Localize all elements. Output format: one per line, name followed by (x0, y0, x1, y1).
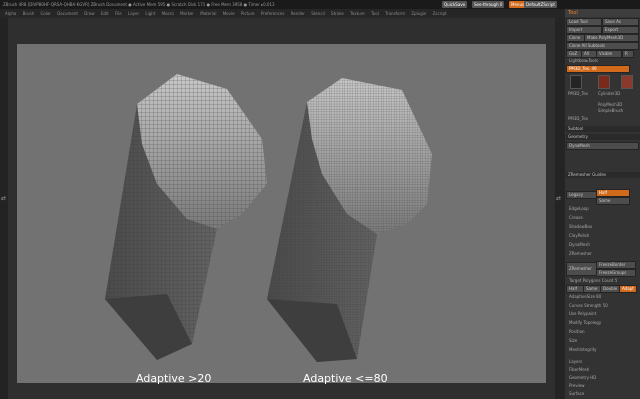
make-polymesh-button[interactable]: Make PolyMesh3D (584, 34, 639, 42)
tool-name-4: SimpleBrush (598, 108, 624, 113)
menu-movie[interactable]: Movie (223, 11, 235, 16)
palette-title[interactable]: Tool (565, 9, 640, 17)
half-option[interactable]: Half (596, 189, 630, 197)
title-text: ZBrush 4R8 [DIVPB0HF-QRSA-QHBA-KGVR] ZBr… (3, 2, 275, 7)
quicksave-button[interactable]: QuickSave (442, 1, 468, 8)
left-shelf (0, 18, 8, 399)
model-left (105, 74, 267, 360)
tool-name-1: PM3D_Tex (568, 91, 589, 96)
curves-strength-slider[interactable]: Curves Strength 50 (569, 303, 608, 308)
geometry-hd-section[interactable]: Geometry HD (569, 375, 596, 380)
zremesher-item[interactable]: ZRemesher (569, 251, 592, 256)
caption-right: Adaptive <=80 (303, 372, 388, 385)
layers-section[interactable]: Layers (569, 359, 582, 364)
right-expand-arrow-icon[interactable]: ⇄ (556, 195, 561, 202)
export-button[interactable]: Export (602, 26, 639, 34)
see-through-slider[interactable]: See-through 0 (472, 1, 505, 8)
menu-picture[interactable]: Picture (241, 11, 255, 16)
geometry-section[interactable]: Geometry (566, 134, 640, 140)
right-shelf (555, 18, 565, 399)
menu-alpha[interactable]: Alpha (5, 11, 16, 16)
menu-light[interactable]: Light (145, 11, 155, 16)
freeze-border-button[interactable]: FreezeBorder (596, 261, 636, 269)
tool-name-2: Cylinder3D (598, 91, 621, 96)
menu-transform[interactable]: Transform (385, 11, 405, 16)
legacy-button[interactable]: Legacy (566, 191, 597, 199)
menu-stencil[interactable]: Stencil (311, 11, 325, 16)
target-polygons-slider[interactable]: Target Polygons Count 5 (569, 278, 617, 283)
save-as-button[interactable]: Save As (602, 18, 639, 26)
menu-file[interactable]: File (115, 11, 122, 16)
adapt-button[interactable]: Adapt (619, 285, 637, 293)
dynamesh-row[interactable]: DynaMesh (566, 142, 639, 150)
menu-preferences[interactable]: Preferences (261, 11, 285, 16)
menu-zplugin[interactable]: Zplugin (411, 11, 426, 16)
document-canvas[interactable] (17, 44, 546, 383)
same-button[interactable]: Same (583, 285, 601, 293)
import-button[interactable]: Import (566, 26, 602, 34)
tool-thumb-2[interactable] (598, 75, 610, 89)
tool-palette: Tool Load Tool Save As Import Export Clo… (565, 9, 640, 399)
freeze-groups-button[interactable]: FreezeGroups (596, 269, 636, 277)
adaptive-size-slider[interactable]: AdaptiveSize 80 (569, 294, 601, 299)
tool-name-5: PM3D_Tex (568, 116, 589, 121)
modify-topology-item[interactable]: Modify Topology (569, 320, 601, 325)
size-item[interactable]: Size (569, 338, 577, 343)
caption-left: Adaptive >20 (136, 372, 212, 385)
subtool-section[interactable]: Subtool (566, 126, 640, 132)
lightbox-tools-label[interactable]: Lightbox▸Tools (569, 58, 598, 63)
edgeloop-item[interactable]: EdgeLoop (569, 206, 589, 211)
menu-marker[interactable]: Marker (180, 11, 194, 16)
model-right (267, 78, 432, 362)
menu-tool[interactable]: Tool (371, 11, 379, 16)
use-polypaint-toggle[interactable]: Use Polypaint (569, 311, 596, 316)
zremesher-button[interactable]: ZRemesher (566, 262, 597, 276)
left-expand-arrow-icon[interactable]: ⇄ (1, 195, 6, 202)
menu-macro[interactable]: Macro (162, 11, 174, 16)
half-button[interactable]: Half (566, 285, 584, 293)
menu-edit[interactable]: Edit (101, 11, 109, 16)
preview-section[interactable]: Preview (569, 383, 585, 388)
same-option[interactable]: Same (596, 197, 630, 205)
tool-thumb-1[interactable] (570, 75, 582, 89)
tool-thumb-3[interactable] (621, 75, 633, 89)
surface-section[interactable]: Surface (569, 391, 584, 396)
goz-button[interactable]: GoZ (566, 50, 582, 58)
double-button[interactable]: Double (600, 285, 620, 293)
menu-document[interactable]: Document (57, 11, 78, 16)
sculpt-models (105, 74, 432, 362)
dynamesh-item[interactable]: DynaMesh (569, 242, 590, 247)
crease-item[interactable]: Crease (569, 215, 583, 220)
r-button[interactable]: R (622, 50, 634, 58)
default-zscript-button[interactable]: DefaultZScript (524, 1, 557, 8)
meshintegrity-item[interactable]: MeshIntegrity (569, 347, 597, 352)
menu-material[interactable]: Material (200, 11, 216, 16)
menu-render[interactable]: Render (291, 11, 305, 16)
menu-brush[interactable]: Brush (23, 11, 35, 16)
all-button[interactable]: All (581, 50, 597, 58)
claypolish-item[interactable]: ClayPolish (569, 233, 589, 238)
menu-draw[interactable]: Draw (84, 11, 94, 16)
menu-zscript[interactable]: Zscript (433, 11, 447, 16)
menu-texture[interactable]: Texture (350, 11, 365, 16)
visible-button[interactable]: Visible (596, 50, 622, 58)
zremesher-guides-section[interactable]: ZRemesher Guides (566, 172, 640, 178)
clone-all-subtools-button[interactable]: Clone All Subtools (566, 42, 639, 50)
clone-button[interactable]: Clone (566, 34, 585, 42)
position-item[interactable]: Position (569, 329, 585, 334)
current-tool-slider[interactable]: PM3D_Tex. 46 (566, 65, 630, 73)
menu-layer[interactable]: Layer (128, 11, 139, 16)
tool-name-3: PolyMesh3D (598, 102, 623, 107)
fibermesh-section[interactable]: FiberMesh (569, 367, 589, 372)
menu-color[interactable]: Color (40, 11, 50, 16)
menu-stroke[interactable]: Stroke (331, 11, 344, 16)
shadowbox-item[interactable]: ShadowBox (569, 224, 592, 229)
menu-bar: Alpha Brush Color Document Draw Edit Fil… (0, 9, 565, 18)
load-tool-button[interactable]: Load Tool (566, 18, 602, 26)
